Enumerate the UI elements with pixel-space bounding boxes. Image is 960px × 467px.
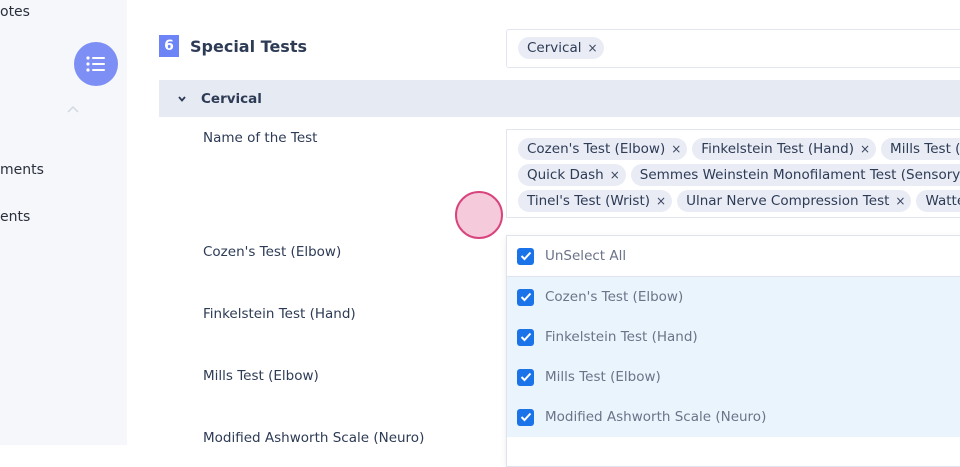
close-icon[interactable]: ×	[610, 168, 620, 182]
dropdown-option[interactable]: Cozen's Test (Elbow)	[507, 277, 960, 317]
unselect-all-option[interactable]: UnSelect All	[507, 236, 960, 276]
chip-test: Tinel's Test (Wrist) ×	[518, 190, 673, 212]
test-row-label: Cozen's Test (Elbow)	[203, 244, 342, 260]
chip-label: Quick Dash	[527, 167, 604, 183]
chip-label: Ulnar Nerve Compression Test	[686, 193, 890, 209]
chip-label: Tinel's Test (Wrist)	[527, 193, 651, 209]
chip-label: Mills Test (Elbow)	[890, 141, 960, 157]
section-header: 6 Special Tests	[159, 35, 307, 57]
section-title: Special Tests	[190, 36, 307, 56]
chip-test: Mills Test (Elbow)×	[881, 138, 960, 160]
sidebar: otes ments ents	[0, 0, 127, 445]
sidebar-item-label: ents	[0, 209, 31, 225]
chip-label: Wattenberg	[925, 193, 960, 209]
name-of-test-label: Name of the Test	[203, 130, 318, 146]
test-row-label: Finkelstein Test (Hand)	[203, 306, 356, 322]
group-cervical-header[interactable]: Cervical	[159, 80, 960, 117]
option-label: Modified Ashworth Scale (Neuro)	[545, 409, 767, 425]
checkbox-checked-icon[interactable]	[517, 328, 534, 346]
dropdown-option[interactable]: Finkelstein Test (Hand)	[507, 317, 960, 357]
chip-label: Cervical	[527, 40, 582, 56]
option-label: Finkelstein Test (Hand)	[545, 329, 698, 345]
close-icon[interactable]: ×	[587, 41, 597, 55]
chip-label: Cozen's Test (Elbow)	[527, 141, 666, 157]
close-icon[interactable]: ×	[860, 142, 870, 156]
chevron-up-icon[interactable]	[66, 104, 80, 114]
sidebar-item-label: otes	[0, 4, 30, 20]
option-label: Cozen's Test (Elbow)	[545, 289, 684, 305]
tests-dropdown: UnSelect All Cozen's Test (Elbow) Finkel…	[506, 235, 960, 467]
test-row-label: Modified Ashworth Scale (Neuro)	[203, 430, 425, 446]
chip-test: Quick Dash ×	[518, 164, 626, 186]
chip-label: Finkelstein Test (Hand)	[701, 141, 854, 157]
option-label: UnSelect All	[545, 248, 627, 264]
group-label: Cervical	[201, 90, 262, 107]
dropdown-option[interactable]: Modified Ashworth Scale (Neuro)	[507, 397, 960, 437]
touch-indicator	[455, 191, 503, 239]
sidebar-item-notes[interactable]: otes	[0, 4, 30, 20]
chip-test: Finkelstein Test (Hand) ×	[692, 138, 877, 160]
special-tests-select[interactable]: Cervical ×	[506, 29, 960, 68]
checkbox-checked-icon[interactable]	[517, 247, 534, 265]
sidebar-item-label: ments	[0, 162, 44, 178]
chip-test: Cozen's Test (Elbow) ×	[518, 138, 688, 160]
dropdown-option[interactable]: Mills Test (Elbow)	[507, 357, 960, 397]
option-label: Mills Test (Elbow)	[545, 369, 661, 385]
sidebar-item-treatments[interactable]: ents	[0, 209, 30, 225]
close-icon[interactable]: ×	[671, 142, 681, 156]
checkbox-checked-icon[interactable]	[517, 408, 534, 426]
chip-label: Semmes Weinstein Monofilament Test (Sens…	[639, 167, 960, 183]
test-row-label: Mills Test (Elbow)	[203, 368, 319, 384]
checkbox-checked-icon[interactable]	[517, 368, 534, 386]
chip-cervical: Cervical ×	[518, 37, 604, 59]
tests-multiselect[interactable]: Cozen's Test (Elbow) × Finkelstein Test (H…	[506, 129, 960, 218]
list-fab-button[interactable]	[74, 42, 118, 86]
chip-test: Wattenberg	[916, 190, 960, 212]
section-number-badge: 6	[159, 35, 179, 57]
sidebar-item-assessments[interactable]: ments	[0, 162, 44, 178]
list-icon	[86, 56, 105, 72]
close-icon[interactable]: ×	[895, 194, 905, 208]
close-icon[interactable]: ×	[656, 194, 666, 208]
chevron-down-icon	[178, 95, 186, 102]
checkbox-checked-icon[interactable]	[517, 288, 534, 306]
chip-test: Semmes Weinstein Monofilament Test (Sens…	[630, 164, 960, 186]
chip-test: Ulnar Nerve Compression Test ×	[677, 190, 912, 212]
